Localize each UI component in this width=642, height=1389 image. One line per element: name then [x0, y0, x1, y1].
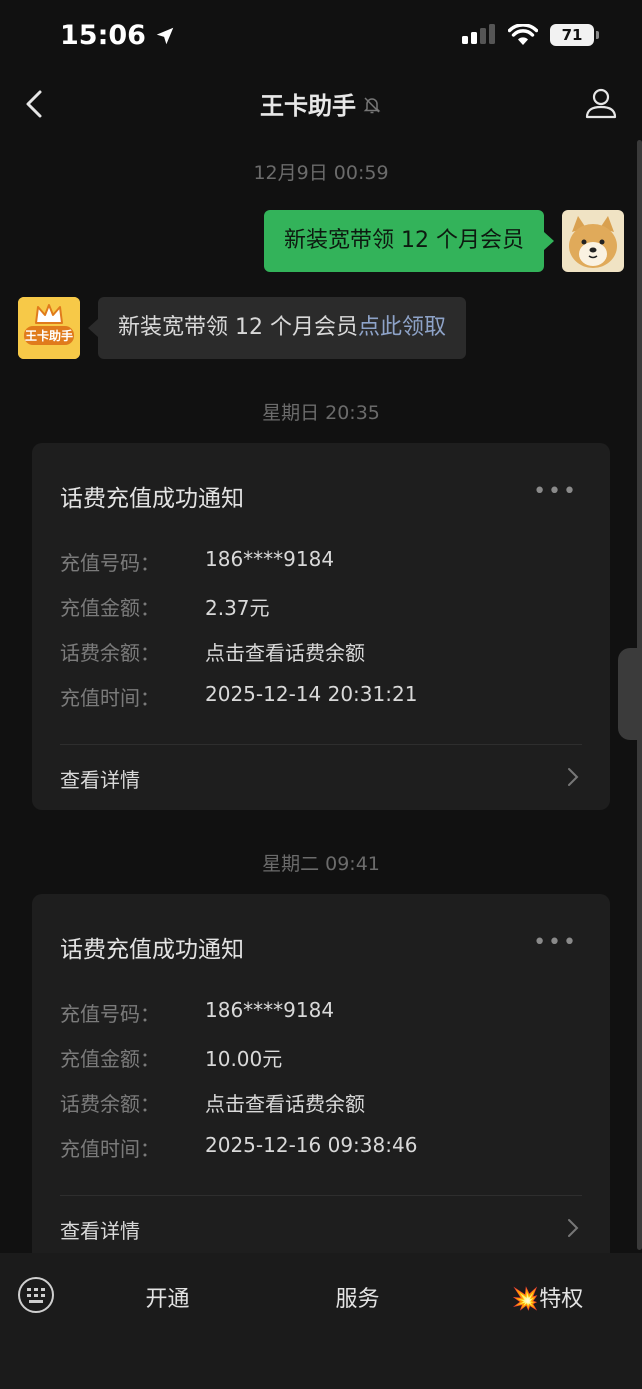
card-row-time: 充值时间： 2025-12-14 20:31:21	[60, 682, 417, 711]
divider	[60, 1195, 582, 1196]
cellular-signal-icon	[462, 24, 495, 44]
card-row-phone: 充值号码： 186****9184	[60, 998, 334, 1027]
incoming-message-text: 新装宽带领 12 个月会员	[118, 315, 358, 340]
user-avatar[interactable]	[562, 210, 624, 272]
row-label: 话费余额：	[60, 1092, 160, 1116]
row-label: 充值金额：	[60, 1047, 160, 1071]
row-label: 话费余额：	[60, 641, 160, 665]
page-title-text: 王卡助手	[260, 92, 356, 120]
row-label: 充值时间：	[60, 686, 160, 710]
person-icon[interactable]	[584, 86, 618, 120]
menu-item-service[interactable]: 服务	[310, 1281, 405, 1313]
row-value: 2025-12-14 20:31:21	[205, 682, 418, 706]
chat-timestamp: 星期二 09:41	[262, 853, 380, 875]
chat-timestamp: 12月9日 00:59	[253, 162, 389, 184]
row-value: 2025-12-16 09:38:46	[205, 1133, 418, 1157]
more-options-icon[interactable]: •••	[533, 479, 578, 504]
more-options-icon[interactable]: •••	[533, 930, 578, 955]
bot-avatar-text: 王卡助手	[25, 328, 73, 343]
menu-item-privilege[interactable]: 💥特权	[500, 1281, 595, 1313]
crown-icon: 王卡助手	[18, 297, 80, 359]
chevron-right-icon[interactable]	[564, 767, 582, 787]
bell-muted-icon	[362, 93, 382, 121]
card-title: 话费充值成功通知	[60, 937, 244, 963]
menu-item-privilege-label: 特权	[539, 1287, 584, 1312]
recharge-notification-card[interactable]: 话费充值成功通知 ••• 充值号码： 186****9184 充值金额： 10.…	[32, 894, 610, 1264]
row-label: 充值号码：	[60, 551, 160, 575]
status-time-text: 15:06	[60, 20, 146, 51]
row-value[interactable]: 点击查看话费余额	[205, 1088, 365, 1117]
shiba-dog-avatar-icon	[562, 210, 624, 272]
card-row-balance: 话费余额： 点击查看话费余额	[60, 637, 365, 666]
divider	[60, 744, 582, 745]
status-icons: 71	[462, 24, 599, 46]
burst-icon: 💥	[511, 1287, 540, 1312]
card-row-amount: 充值金额： 2.37元	[60, 592, 270, 621]
keyboard-icon[interactable]	[16, 1275, 56, 1315]
bottom-menu-bar: 开通 服务 💥特权	[0, 1253, 642, 1389]
battery-indicator: 71	[550, 24, 599, 46]
card-row-balance: 话费余额： 点击查看话费余额	[60, 1088, 365, 1117]
chat-timestamp: 星期日 20:35	[262, 402, 380, 424]
outgoing-message[interactable]: 新装宽带领 12 个月会员	[264, 210, 554, 272]
status-time: 15:06	[60, 20, 176, 51]
row-value: 10.00元	[205, 1047, 283, 1071]
menu-item-open[interactable]: 开通	[120, 1281, 215, 1313]
row-label: 充值号码：	[60, 1002, 160, 1026]
row-label: 充值时间：	[60, 1137, 160, 1161]
card-row-time: 充值时间： 2025-12-16 09:38:46	[60, 1133, 417, 1162]
view-details-link[interactable]: 查看详情	[60, 1215, 140, 1244]
claim-link[interactable]: 点此领取	[358, 315, 446, 340]
page-title: 王卡助手	[0, 86, 642, 121]
wifi-icon	[508, 24, 538, 45]
row-value: 186****9184	[205, 547, 335, 571]
row-label: 充值金额：	[60, 596, 160, 620]
row-value: 186****9184	[205, 998, 335, 1022]
incoming-message[interactable]: 新装宽带领 12 个月会员点此领取	[88, 297, 466, 359]
scroll-handle[interactable]	[618, 648, 642, 740]
chevron-right-icon[interactable]	[564, 1218, 582, 1238]
location-arrow-icon	[156, 27, 174, 44]
recharge-notification-card[interactable]: 话费充值成功通知 ••• 充值号码： 186****9184 充值金额： 2.3…	[32, 443, 610, 810]
card-row-amount: 充值金额： 10.00元	[60, 1043, 282, 1072]
row-value[interactable]: 点击查看话费余额	[205, 637, 365, 666]
bot-avatar[interactable]: 王卡助手	[18, 297, 80, 359]
card-title: 话费充值成功通知	[60, 486, 244, 512]
card-row-phone: 充值号码： 186****9184	[60, 547, 334, 576]
view-details-link[interactable]: 查看详情	[60, 764, 140, 793]
row-value: 2.37元	[205, 596, 270, 620]
